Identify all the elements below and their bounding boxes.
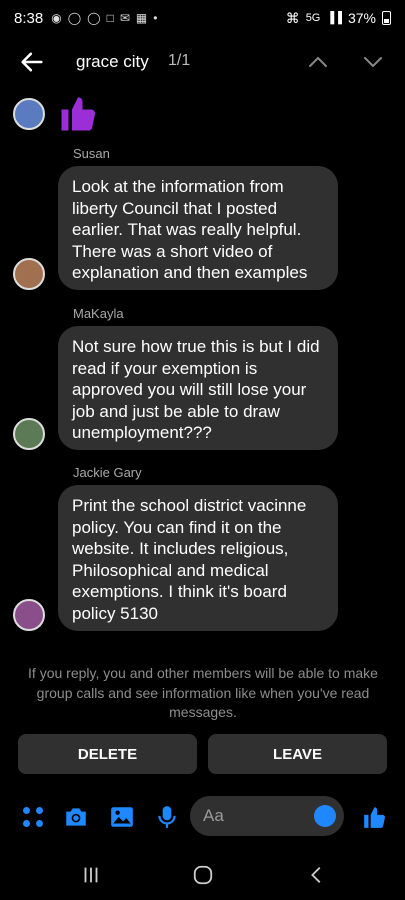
emoji-icon[interactable]	[314, 805, 336, 827]
app-icon: □	[106, 11, 114, 25]
back-icon[interactable]	[305, 864, 329, 886]
message-bubble[interactable]: Print the school district vacinne policy…	[58, 485, 338, 631]
signal-icon: ▐▐	[326, 12, 342, 24]
battery-percent: 37%	[347, 10, 376, 26]
sender-name: Jackie Gary	[73, 465, 142, 480]
gmail-icon: ✉	[119, 11, 130, 25]
message-list: Susan Look at the information from liber…	[0, 90, 405, 640]
chevron-up-icon[interactable]	[306, 50, 330, 74]
result-count: 1/1	[168, 52, 191, 69]
message-input[interactable]: Aa	[190, 796, 344, 836]
status-bar: 8:38 ◉ ◯ ◯ □ ✉ ▦ • ⌘ 5G ▐▐ 37%	[0, 0, 405, 36]
notification-icons: ◉ ◯ ◯ □ ✉ ▦ •	[51, 11, 157, 25]
network-label: 5G	[305, 12, 321, 24]
system-nav-bar	[0, 850, 405, 900]
avatar[interactable]	[13, 599, 45, 631]
input-placeholder: Aa	[203, 806, 224, 825]
message-bubble[interactable]: Not sure how true this is but I did read…	[58, 326, 338, 450]
avatar[interactable]	[13, 418, 45, 450]
wifi-icon: ⌘	[285, 9, 300, 26]
camera-icon[interactable]	[63, 804, 89, 830]
group-notice: If you reply, you and other members will…	[28, 665, 378, 720]
pinterest-icon: ◯	[87, 11, 101, 25]
avatar[interactable]	[13, 98, 45, 130]
thumbs-up-icon	[61, 97, 96, 131]
avatar[interactable]	[13, 258, 45, 290]
menu-dots-icon[interactable]	[20, 804, 46, 830]
message-bubble[interactable]: Look at the information from liberty Cou…	[58, 166, 338, 290]
gallery-icon[interactable]	[109, 804, 135, 830]
recents-icon[interactable]	[79, 864, 103, 886]
dot-icon: •	[153, 11, 158, 25]
sender-name: Susan	[73, 146, 110, 161]
search-header: grace city 1/1	[0, 40, 405, 84]
leave-button[interactable]: LEAVE	[208, 734, 387, 774]
like-icon[interactable]	[362, 804, 388, 830]
composer-bar: Aa	[0, 792, 405, 840]
sender-name: MaKayla	[73, 306, 124, 321]
apps-icon: ▦	[135, 11, 148, 25]
status-time: 8:38	[14, 9, 44, 27]
facebook-icon: ◯	[67, 11, 82, 25]
home-icon[interactable]	[191, 864, 215, 886]
microphone-icon[interactable]	[154, 804, 180, 830]
back-arrow-icon[interactable]	[18, 48, 46, 76]
delete-button[interactable]: DELETE	[18, 734, 197, 774]
snapchat-icon: ◉	[51, 11, 62, 25]
chevron-down-icon[interactable]	[361, 50, 385, 74]
conversation-title: grace city	[76, 52, 149, 71]
battery-icon	[382, 11, 391, 25]
